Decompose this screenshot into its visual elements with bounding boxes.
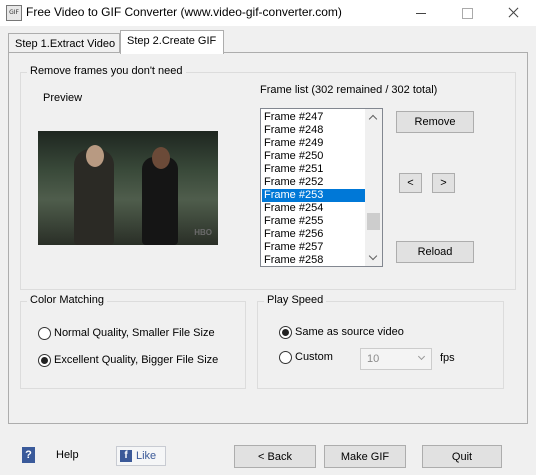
chevron-down-icon [417,352,426,361]
fps-select-value: 10 [367,353,380,365]
scroll-down-icon[interactable] [365,249,382,266]
same-as-source-label[interactable]: Same as source video [295,326,404,338]
list-item[interactable]: Frame #251 [262,163,365,176]
maximize-button[interactable] [444,0,490,26]
help-icon[interactable]: ? [22,447,35,463]
help-link[interactable]: Help [56,449,79,461]
prev-frame-button[interactable]: < [399,173,422,193]
list-item[interactable]: Frame #254 [262,202,365,215]
play-speed-group: Play Speed [257,294,504,389]
color-matching-group: Color Matching [20,294,246,389]
app-icon: GIF [6,5,22,21]
title-bar: GIF Free Video to GIF Converter (www.vid… [0,0,536,26]
close-button[interactable] [490,0,536,26]
same-as-source-radio[interactable] [279,326,292,339]
list-item[interactable]: Frame #257 [262,241,365,254]
fps-unit-label: fps [440,352,455,364]
list-item[interactable]: Frame #258 [262,254,365,266]
list-item[interactable]: Frame #250 [262,150,365,163]
reload-button[interactable]: Reload [396,241,474,263]
facebook-icon: f [120,450,132,462]
normal-quality-radio[interactable] [38,327,51,340]
next-frame-button[interactable]: > [432,173,455,193]
tab-extract-video[interactable]: Step 1.Extract Video [8,33,120,53]
list-item[interactable]: Frame #248 [262,124,365,137]
list-item[interactable]: Frame #249 [262,137,365,150]
preview-watermark: HBO [194,228,212,237]
list-item[interactable]: Frame #252 [262,176,365,189]
scroll-thumb[interactable] [367,213,380,230]
minimize-button[interactable] [398,0,444,26]
frame-list-scrollbar[interactable] [365,109,382,266]
custom-speed-label[interactable]: Custom [295,351,333,363]
preview-image: HBO [38,131,218,245]
list-item[interactable]: Frame #247 [262,111,365,124]
fps-select: 10 [360,348,432,370]
back-button[interactable]: < Back [234,445,316,468]
preview-figure-left [74,145,114,245]
custom-speed-radio[interactable] [279,351,292,364]
list-item[interactable]: Frame #256 [262,228,365,241]
tab-create-gif[interactable]: Step 2.Create GIF [120,30,224,54]
like-label: Like [136,450,157,462]
frame-list[interactable]: Frame #247 Frame #248 Frame #249 Frame #… [260,108,383,267]
frames-group-legend: Remove frames you don't need [27,65,186,77]
normal-quality-label[interactable]: Normal Quality, Smaller File Size [54,327,215,339]
facebook-like-button[interactable]: f Like [116,446,166,466]
preview-label: Preview [43,92,83,104]
color-matching-legend: Color Matching [27,294,107,306]
window-title: Free Video to GIF Converter (www.video-g… [26,5,342,19]
play-speed-legend: Play Speed [264,294,327,306]
list-item-selected[interactable]: Frame #253 [262,189,365,202]
quit-button[interactable]: Quit [422,445,502,468]
frame-list-label: Frame list (302 remained / 302 total) [260,84,438,96]
make-gif-button[interactable]: Make GIF [324,445,406,468]
remove-button[interactable]: Remove [396,111,474,133]
scroll-up-icon[interactable] [365,109,382,126]
excellent-quality-radio[interactable] [38,354,51,367]
excellent-quality-label[interactable]: Excellent Quality, Bigger File Size [54,354,218,366]
preview-figure-right [142,147,178,245]
list-item[interactable]: Frame #255 [262,215,365,228]
